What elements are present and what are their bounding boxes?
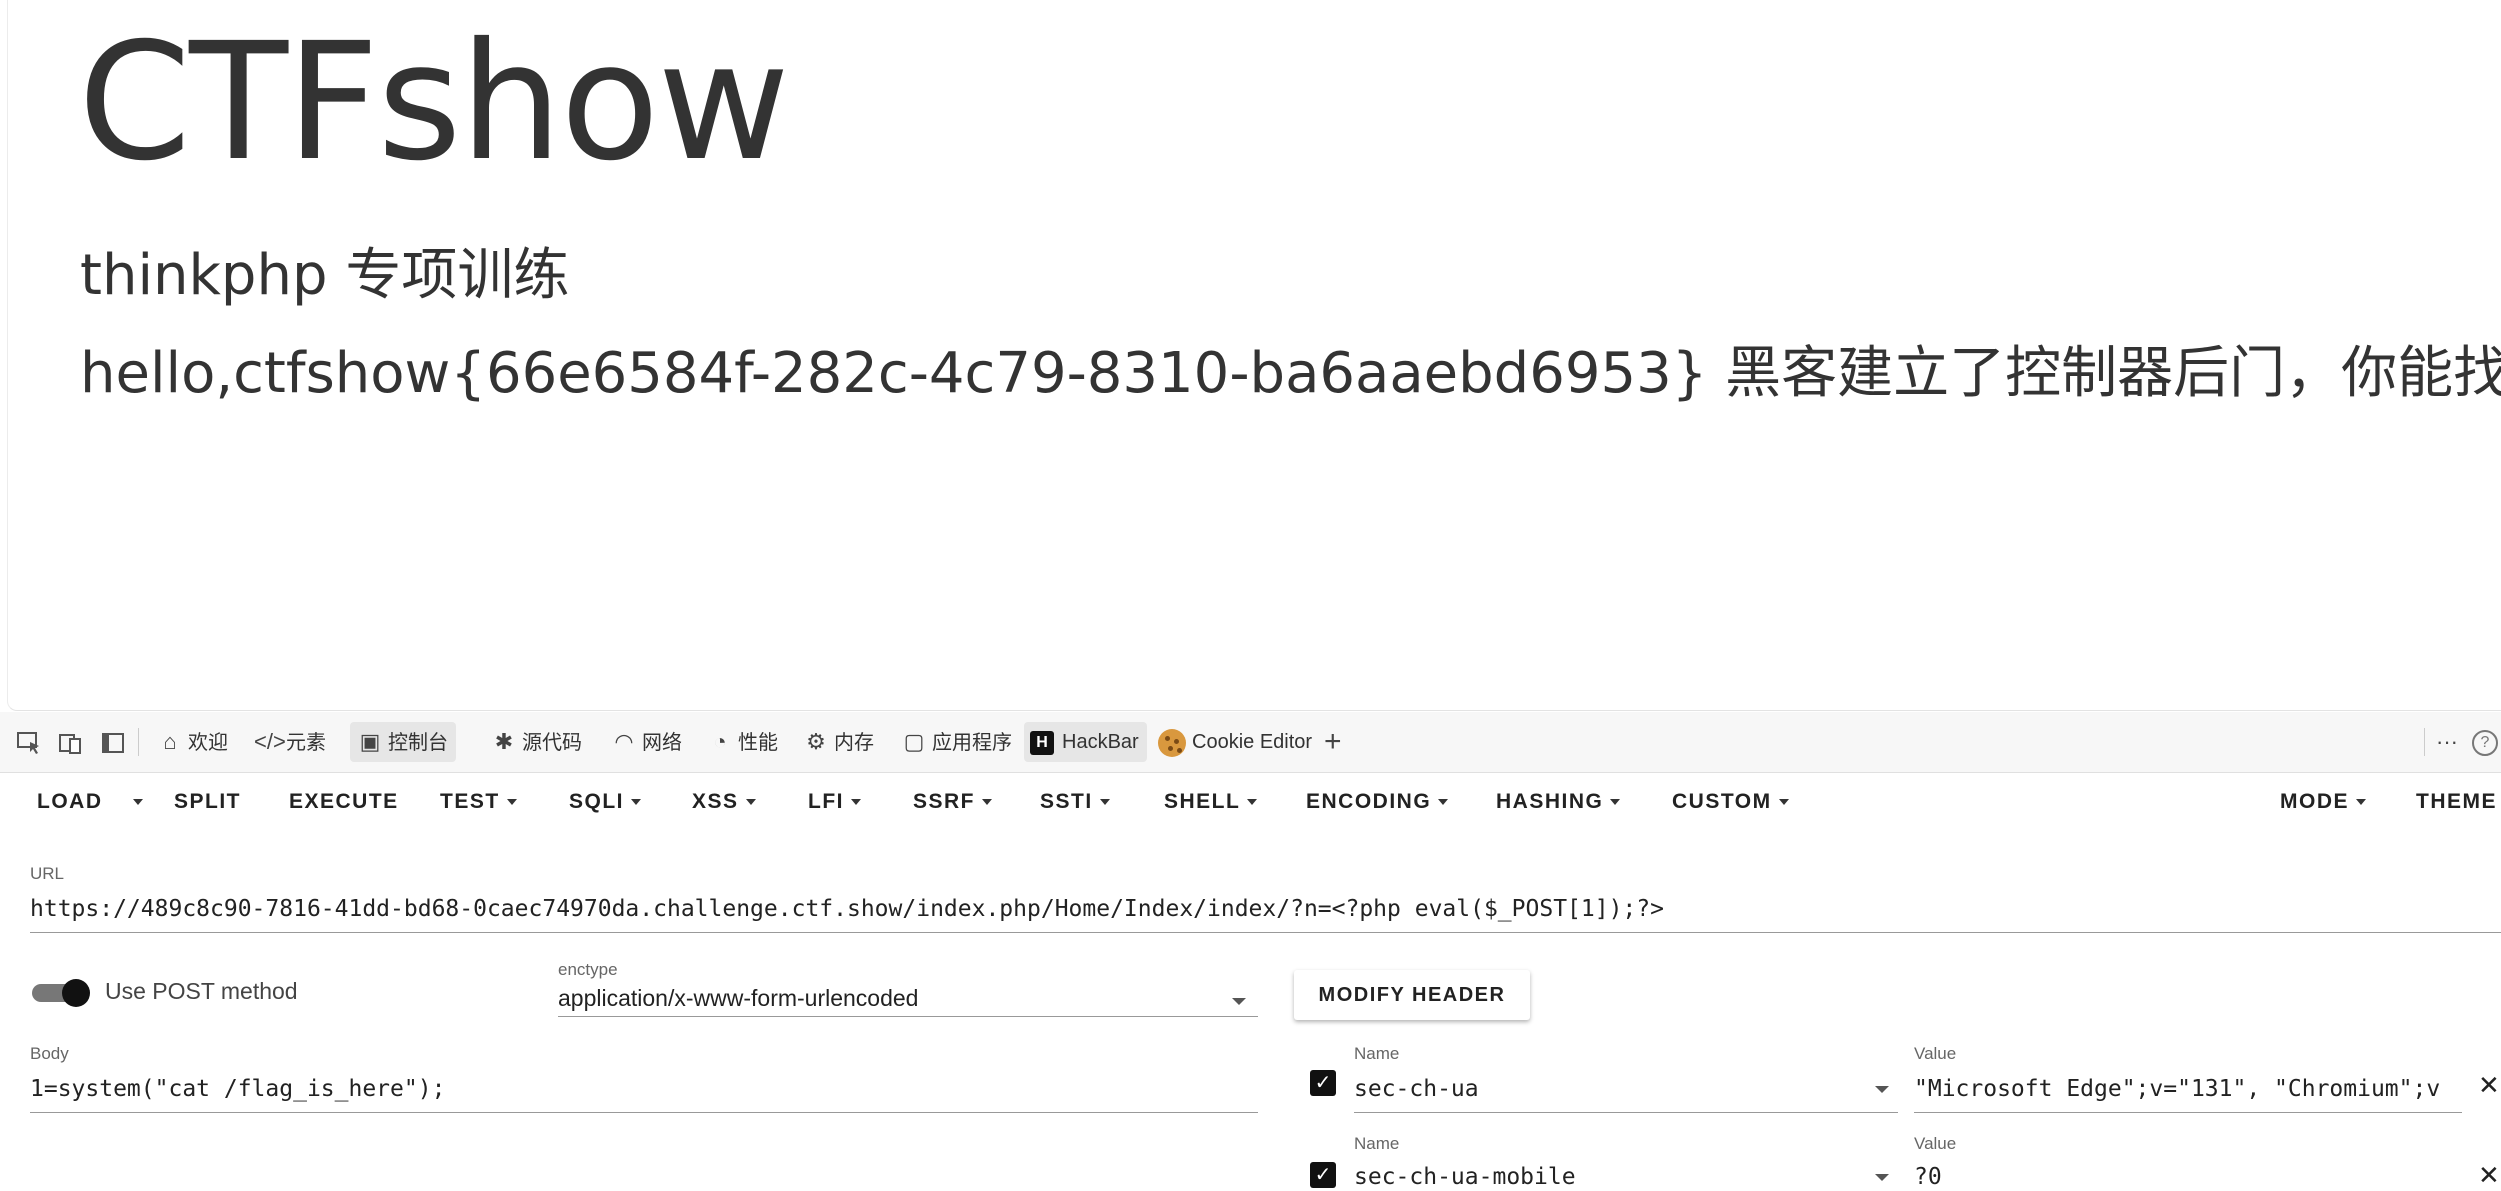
- dock-side-icon[interactable]: [100, 730, 126, 756]
- url-input[interactable]: https://489c8c90-7816-41dd-bd68-0caec749…: [30, 896, 2490, 922]
- chevron-down-icon: [506, 799, 517, 806]
- chevron-down-icon[interactable]: [1232, 998, 1246, 1005]
- chevron-down-icon: [1099, 799, 1110, 806]
- chevron-down-icon: [851, 799, 861, 806]
- chevron-down-icon[interactable]: [1875, 1174, 1889, 1181]
- chevron-down-icon: [982, 799, 993, 806]
- gear-icon: ⚙: [806, 729, 826, 754]
- header-1-remove-icon[interactable]: ✕: [2478, 1070, 2500, 1101]
- tab-hackbar[interactable]: H HackBar: [1024, 722, 1147, 762]
- header-2-checkbox[interactable]: ✓: [1310, 1162, 1336, 1188]
- header-2-name-label: Name: [1354, 1134, 1400, 1153]
- chevron-down-icon: [745, 799, 756, 806]
- page-title: CTFshow: [78, 9, 790, 197]
- chevron-down-icon: [1610, 799, 1621, 806]
- header-1-name-input[interactable]: sec-ch-ua: [1354, 1076, 1874, 1102]
- chevron-down-icon: [1778, 799, 1789, 806]
- enctype-select[interactable]: application/x-www-form-urlencoded: [558, 985, 918, 1012]
- modify-header-button[interactable]: MODIFY HEADER: [1294, 970, 1530, 1020]
- xss-menu[interactable]: XSS: [692, 790, 756, 814]
- more-options-icon[interactable]: ···: [2430, 722, 2466, 762]
- chevron-down-icon: [2356, 799, 2366, 806]
- app-icon: ▢: [903, 729, 925, 754]
- chevron-down-icon: [1438, 799, 1449, 806]
- tab-sources[interactable]: ✱ 源代码: [484, 722, 590, 762]
- execute-button[interactable]: EXECUTE: [289, 790, 399, 814]
- shell-menu[interactable]: SHELL: [1164, 790, 1258, 814]
- gauge-icon: ◔: [713, 729, 727, 754]
- tab-console[interactable]: ▣ 控制台: [350, 722, 456, 762]
- theme-menu[interactable]: THEME: [2416, 790, 2497, 814]
- encoding-menu[interactable]: ENCODING: [1306, 790, 1449, 814]
- tab-cookie-editor[interactable]: Cookie Editor: [1152, 722, 1320, 762]
- url-label: URL: [30, 864, 65, 883]
- tab-memory[interactable]: ⚙ 内存: [796, 722, 882, 762]
- devtools-tabbar: ⌂ 欢迎 </>元素 ▣ 控制台 ✱ 源代码 ◠ 网络 ◔ 性能 ⚙ 内存 ▢ 应用程序 HH…: [0, 712, 2501, 773]
- devtools-panel: ⌂ 欢迎 </>元素 ▣ 控制台 ✱ 源代码 ◠ 网络 ◔ 性能 ⚙ 内存 ▢ 应用程序 HH…: [0, 712, 2501, 1190]
- use-post-toggle[interactable]: [32, 979, 92, 1007]
- chevron-down-icon: [133, 799, 143, 806]
- inspect-icon[interactable]: [16, 730, 42, 756]
- url-underline: [30, 932, 2501, 933]
- console-icon: ▣: [359, 729, 381, 754]
- test-menu[interactable]: TEST: [440, 790, 517, 814]
- wifi-icon: ◠: [614, 729, 634, 754]
- split-button[interactable]: SPLIT: [174, 790, 241, 814]
- header-1-value-label: Value: [1914, 1044, 1957, 1063]
- help-icon[interactable]: ?: [2472, 730, 2498, 756]
- code-icon: </>: [254, 729, 286, 754]
- chevron-down-icon: [631, 799, 642, 806]
- body-input[interactable]: 1=system("cat /flag_is_here");: [30, 1076, 1250, 1102]
- body-label: Body: [30, 1044, 69, 1063]
- web-page: CTFshow thinkphp 专项训练 hello,ctfshow{66e6…: [7, 0, 2501, 711]
- device-emulation-icon[interactable]: [58, 730, 84, 756]
- bug-icon: ✱: [494, 729, 514, 754]
- hackbar-icon: H: [1030, 730, 1054, 755]
- tab-welcome[interactable]: ⌂ 欢迎: [150, 722, 236, 762]
- cookie-icon: [1158, 728, 1186, 757]
- add-tab-button[interactable]: +: [1318, 722, 1350, 762]
- chevron-down-icon: [1247, 799, 1258, 806]
- header-1-name-label: Name: [1354, 1044, 1400, 1063]
- chevron-down-icon[interactable]: [1875, 1086, 1889, 1093]
- home-icon: ⌂: [163, 729, 177, 754]
- custom-menu[interactable]: CUSTOM: [1672, 790, 1789, 814]
- tab-application[interactable]: ▢ 应用程序: [894, 722, 1020, 762]
- ssti-menu[interactable]: SSTI: [1040, 790, 1110, 814]
- header-2-value-label: Value: [1914, 1134, 1957, 1153]
- enctype-label: enctype: [558, 960, 618, 979]
- header-1-checkbox[interactable]: ✓: [1310, 1070, 1336, 1096]
- tab-network[interactable]: ◠ 网络: [604, 722, 690, 762]
- page-subtitle: thinkphp 专项训练: [80, 243, 570, 308]
- mode-menu[interactable]: MODE: [2280, 790, 2366, 814]
- sqli-menu[interactable]: SQLI: [569, 790, 642, 814]
- use-post-label: Use POST method: [105, 978, 298, 1004]
- hashing-menu[interactable]: HASHING: [1496, 790, 1621, 814]
- load-button[interactable]: LOAD: [37, 790, 103, 814]
- header-2-name-input[interactable]: sec-ch-ua-mobile: [1354, 1164, 1874, 1190]
- tab-elements[interactable]: </>元素: [248, 722, 334, 762]
- header-1-value-input[interactable]: "Microsoft Edge";v="131", "Chromium";v: [1914, 1076, 2460, 1102]
- lfi-menu[interactable]: LFI: [808, 790, 861, 814]
- load-dropdown[interactable]: [126, 790, 143, 814]
- hackbar-menu: LOAD SPLIT EXECUTE TEST SQLI XSS LFI SSR…: [0, 774, 2501, 832]
- ssrf-menu[interactable]: SSRF: [913, 790, 993, 814]
- page-message: hello,ctfshow{66e6584f-282c-4c79-8310-ba…: [80, 341, 2501, 406]
- header-2-value-input[interactable]: ?0: [1914, 1164, 2460, 1190]
- tab-performance[interactable]: ◔ 性能: [700, 722, 786, 762]
- header-2-remove-icon[interactable]: ✕: [2478, 1160, 2500, 1191]
